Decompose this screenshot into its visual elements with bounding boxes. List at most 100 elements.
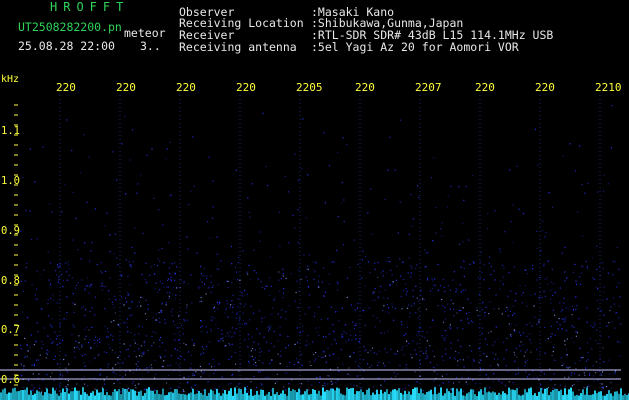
noise-dot — [575, 368, 577, 370]
noise-dot — [612, 297, 615, 299]
noise-dot — [241, 295, 244, 297]
noise-floor-bar — [32, 394, 34, 400]
noise-dot — [354, 327, 356, 330]
noise-dot — [156, 313, 158, 315]
noise-dot — [536, 323, 538, 325]
noise-dot — [258, 310, 260, 312]
noise-floor-bar — [192, 388, 194, 400]
noise-dot — [463, 260, 465, 262]
noise-dot — [220, 338, 222, 340]
noise-dot — [56, 302, 59, 304]
noise-dot — [494, 279, 496, 281]
noise-dot — [84, 314, 86, 317]
noise-floor-bar — [340, 393, 342, 400]
noise-dot — [444, 318, 446, 320]
noise-dot — [153, 342, 155, 344]
noise-floor-bar — [518, 394, 520, 400]
noise-dot — [163, 360, 165, 362]
noise-floor-bar — [328, 390, 330, 400]
noise-dot — [284, 175, 286, 177]
noise-dot — [110, 321, 112, 323]
noise-floor-bar — [570, 387, 572, 400]
noise-dot — [431, 350, 434, 352]
noise-dot — [567, 367, 569, 369]
noise-dot — [281, 309, 283, 311]
noise-dot — [173, 333, 176, 335]
noise-dot — [165, 304, 167, 306]
noise-dot — [543, 263, 545, 265]
noise-dot — [207, 381, 209, 383]
noise-floor-bar — [450, 392, 452, 400]
noise-dot — [67, 261, 69, 263]
noise-dot — [426, 279, 429, 281]
noise-floor-bar — [70, 391, 72, 400]
noise-dot — [337, 151, 339, 154]
noise-floor-bar — [434, 387, 436, 400]
noise-dot — [282, 273, 284, 275]
noise-dot — [322, 267, 325, 269]
noise-dot — [187, 351, 190, 353]
noise-dot — [386, 260, 388, 262]
noise-dot — [488, 387, 491, 389]
noise-floor-bar — [284, 393, 286, 400]
noise-dot — [100, 270, 102, 272]
noise-dot — [377, 364, 379, 366]
noise-dot — [240, 303, 242, 305]
noise-dot — [309, 306, 311, 308]
noise-dot — [343, 220, 345, 223]
noise-dot — [151, 336, 153, 338]
noise-dot — [526, 324, 528, 326]
noise-dot — [54, 355, 56, 357]
noise-dot — [425, 355, 428, 357]
noise-floor-bar — [4, 388, 6, 400]
noise-dot — [473, 359, 475, 361]
noise-dot — [610, 147, 612, 149]
noise-dot — [179, 287, 182, 289]
noise-floor-bar — [492, 391, 494, 400]
noise-dot — [434, 278, 436, 280]
noise-dot — [427, 277, 429, 279]
noise-dot — [385, 311, 387, 313]
noise-dot — [460, 291, 462, 293]
noise-dot — [253, 341, 255, 343]
noise-dot — [238, 320, 240, 322]
noise-dot — [253, 375, 255, 377]
noise-dot — [217, 327, 219, 330]
noise-dot — [387, 330, 389, 332]
noise-dot — [455, 291, 457, 293]
noise-dot — [131, 246, 133, 249]
noise-floor-bar — [500, 394, 502, 400]
noise-dot — [523, 355, 525, 357]
noise-dot — [22, 176, 24, 179]
noise-dot — [512, 305, 514, 307]
noise-dot — [499, 251, 501, 253]
noise-dot — [462, 241, 464, 243]
noise-dot — [39, 354, 41, 356]
noise-dot — [330, 306, 332, 308]
noise-dot — [482, 302, 484, 304]
noise-dot — [374, 299, 376, 301]
noise-dot — [164, 322, 166, 324]
noise-floor-bar — [616, 391, 618, 400]
noise-dot — [433, 371, 435, 373]
noise-dot — [480, 251, 482, 253]
noise-dot — [258, 359, 260, 361]
noise-dot — [183, 318, 185, 321]
noise-dot — [452, 308, 455, 310]
noise-dot — [616, 286, 618, 288]
noise-dot — [271, 307, 273, 309]
noise-floor-bar — [98, 392, 100, 400]
noise-dot — [34, 181, 36, 183]
noise-dot — [602, 371, 604, 373]
noise-floor-bar — [44, 392, 46, 400]
noise-dot — [41, 340, 43, 343]
noise-dot — [210, 328, 212, 330]
noise-dot — [208, 286, 210, 288]
noise-dot — [36, 270, 38, 272]
noise-floor-bar — [112, 392, 114, 400]
noise-dot — [212, 284, 214, 286]
noise-dot — [367, 363, 369, 365]
noise-floor-bar — [338, 388, 340, 400]
file-name: UT2508282200.pn — [18, 20, 122, 34]
noise-dot — [337, 283, 339, 285]
